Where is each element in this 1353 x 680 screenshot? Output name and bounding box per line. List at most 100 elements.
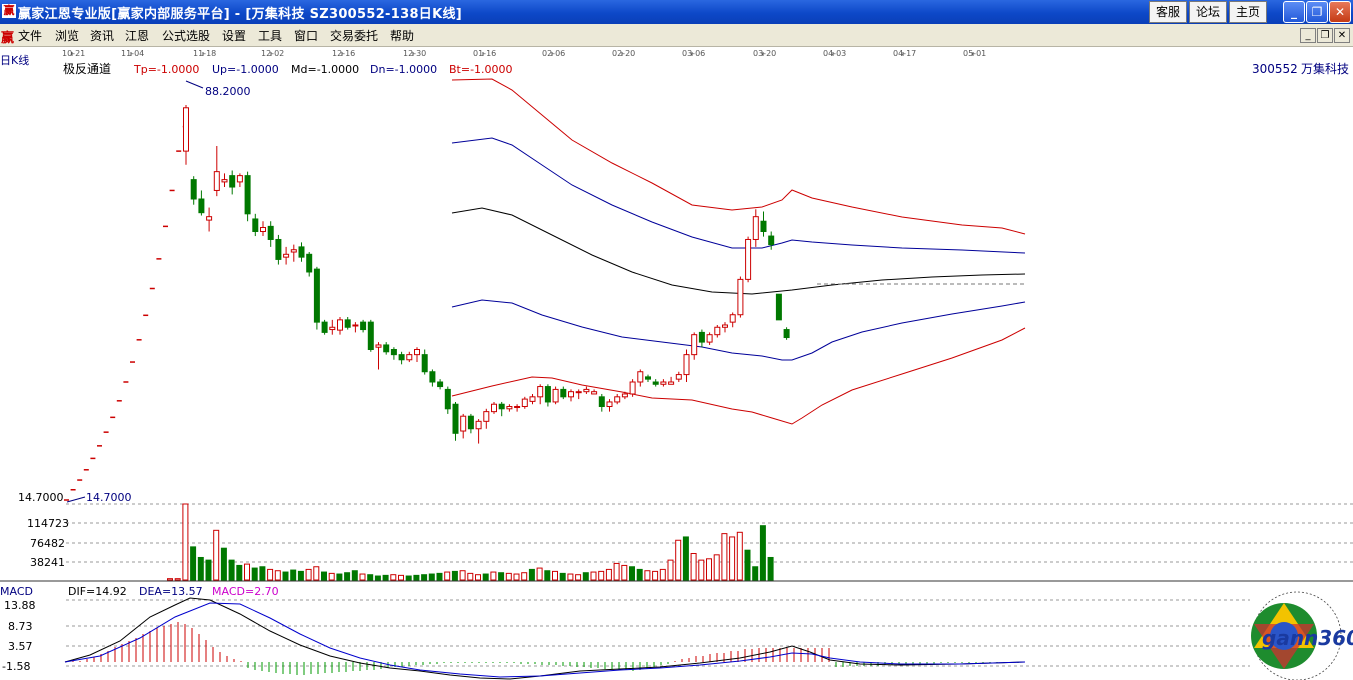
macd-histogram — [65, 622, 1019, 675]
candle-body-up — [737, 278, 744, 316]
candle-body-up — [706, 334, 713, 343]
candle-body-down — [398, 354, 405, 361]
menu-file[interactable]: 文件 — [18, 27, 42, 44]
volume-bar-up — [690, 553, 697, 581]
macd-dif-value: DIF=14.92 — [68, 585, 127, 598]
forum-button[interactable]: 论坛 — [1189, 1, 1227, 23]
restore-icon[interactable]: ❐ — [1306, 1, 1328, 23]
volume-bar-down — [197, 556, 204, 581]
volume-bar-up — [475, 574, 481, 581]
candle-body-up — [352, 324, 359, 327]
volume-bar-down — [367, 574, 374, 581]
low-label: 14.7000 — [86, 491, 132, 504]
menu-tools[interactable]: 工具 — [258, 27, 282, 44]
volume-bar-up — [174, 578, 181, 581]
candle-body-up — [290, 249, 297, 253]
volume-bar-down — [752, 566, 759, 581]
dif-line — [64, 597, 1026, 680]
menu-formula-select[interactable]: 公式选股 — [162, 27, 210, 44]
candle-body-down — [560, 388, 567, 398]
homepage-button[interactable]: 主页 — [1229, 1, 1267, 23]
param-tp: Tp=-1.0000 — [133, 63, 199, 76]
candle-body-up — [283, 253, 290, 258]
volume-bar-up — [444, 571, 451, 581]
candle-body-down — [645, 376, 651, 380]
volume-bar-up — [621, 564, 628, 581]
candle-body-down — [760, 220, 767, 232]
volume-bar-up — [552, 570, 558, 581]
volume-bar-up — [721, 533, 728, 581]
candle-body-up — [406, 354, 413, 361]
candle-body-up — [621, 393, 628, 398]
candle-body-up — [521, 398, 528, 408]
candle-body-down — [383, 344, 390, 353]
candle-body-up — [236, 175, 243, 183]
volume-bar-up — [305, 568, 312, 581]
volume-bar-up — [644, 570, 651, 581]
menu-logo-icon: 赢 — [1, 31, 15, 46]
macd-name: MACD — [0, 585, 33, 598]
menu-window[interactable]: 窗口 — [294, 27, 318, 44]
volume-bar-up — [274, 570, 281, 581]
menu-news[interactable]: 资讯 — [90, 27, 114, 44]
date-tick-label: 12-30 — [403, 49, 426, 58]
candlesticks — [183, 104, 790, 444]
volume-bar-down — [451, 570, 458, 581]
menu-gann[interactable]: 江恩 — [125, 27, 149, 44]
param-dn: Dn=-1.0000 — [370, 63, 437, 76]
volume-bar-down — [251, 567, 258, 581]
menu-browse[interactable]: 浏览 — [55, 27, 79, 44]
stock-chart[interactable]: 10-21 11-04 11-18 12-02 12-16 12-30 01-16 02-06… — [0, 46, 1353, 680]
candle-body-up — [675, 374, 682, 380]
date-tick-label: 05-01 — [963, 49, 986, 58]
volume-bar-up — [567, 573, 574, 581]
dea-line — [64, 602, 1026, 678]
candle-body-down — [360, 321, 367, 331]
volume-bar-up — [328, 572, 335, 581]
gann360-logo: gann360 — [1251, 591, 1353, 680]
volume-bar-up — [459, 570, 466, 581]
volume-bar-down — [228, 559, 235, 581]
candle-body-down — [544, 386, 551, 403]
candle-body-down — [498, 403, 505, 410]
volume-tick-2: 76482 — [30, 537, 65, 550]
minimize-icon[interactable]: _ — [1283, 1, 1305, 23]
candle-body-up — [745, 238, 752, 280]
watermark-brand: gann360 — [1262, 626, 1353, 650]
volume-bar-down — [482, 573, 489, 581]
volume-bar-up — [729, 536, 736, 581]
candle-body-down — [783, 329, 790, 339]
volume-bar-down — [259, 566, 266, 581]
menu-settings[interactable]: 设置 — [222, 27, 246, 44]
volume-bar-up — [590, 571, 597, 581]
close-icon[interactable]: ✕ — [1329, 1, 1351, 23]
high-label: 88.2000 — [205, 85, 251, 98]
date-axis: 10-21 11-04 11-18 12-02 12-16 12-30 01-16 02-06… — [62, 49, 986, 58]
volume-bar-up — [536, 567, 543, 581]
macd-lines — [64, 597, 1026, 680]
date-tick-label: 03-06 — [682, 49, 705, 58]
volume-bar-down — [582, 572, 589, 581]
volume-panel: 114723 76482 38241 — [0, 503, 1353, 582]
mdi-close-icon[interactable]: ✕ — [1334, 28, 1350, 43]
mdi-minimize-icon[interactable]: _ — [1300, 28, 1316, 43]
candle-body-down — [344, 319, 351, 328]
candle-body-down — [467, 415, 474, 430]
candle-body-down — [306, 253, 313, 273]
volume-bar-down — [413, 574, 420, 581]
candle-body-up — [552, 388, 559, 403]
window-title: 赢家江恩专业版[赢家内部服务平台] - [万集科技 SZ300552-138日K… — [18, 7, 463, 22]
indicator-name: 极反通道 — [63, 62, 111, 76]
candle-body-up — [329, 326, 336, 331]
volume-bar-up — [244, 563, 250, 581]
mdi-restore-icon[interactable]: ❐ — [1317, 28, 1333, 43]
date-tick-label: 12-16 — [332, 49, 355, 58]
menu-help[interactable]: 帮助 — [390, 27, 414, 44]
volume-bar-down — [236, 564, 243, 581]
menu-trade[interactable]: 交易委托 — [330, 27, 378, 44]
candle-body-down — [229, 175, 236, 188]
customer-service-button[interactable]: 客服 — [1149, 1, 1187, 23]
volume-bar-down — [382, 574, 389, 581]
date-tick-label: 11-18 — [193, 49, 216, 58]
candle-body-up — [691, 334, 698, 356]
